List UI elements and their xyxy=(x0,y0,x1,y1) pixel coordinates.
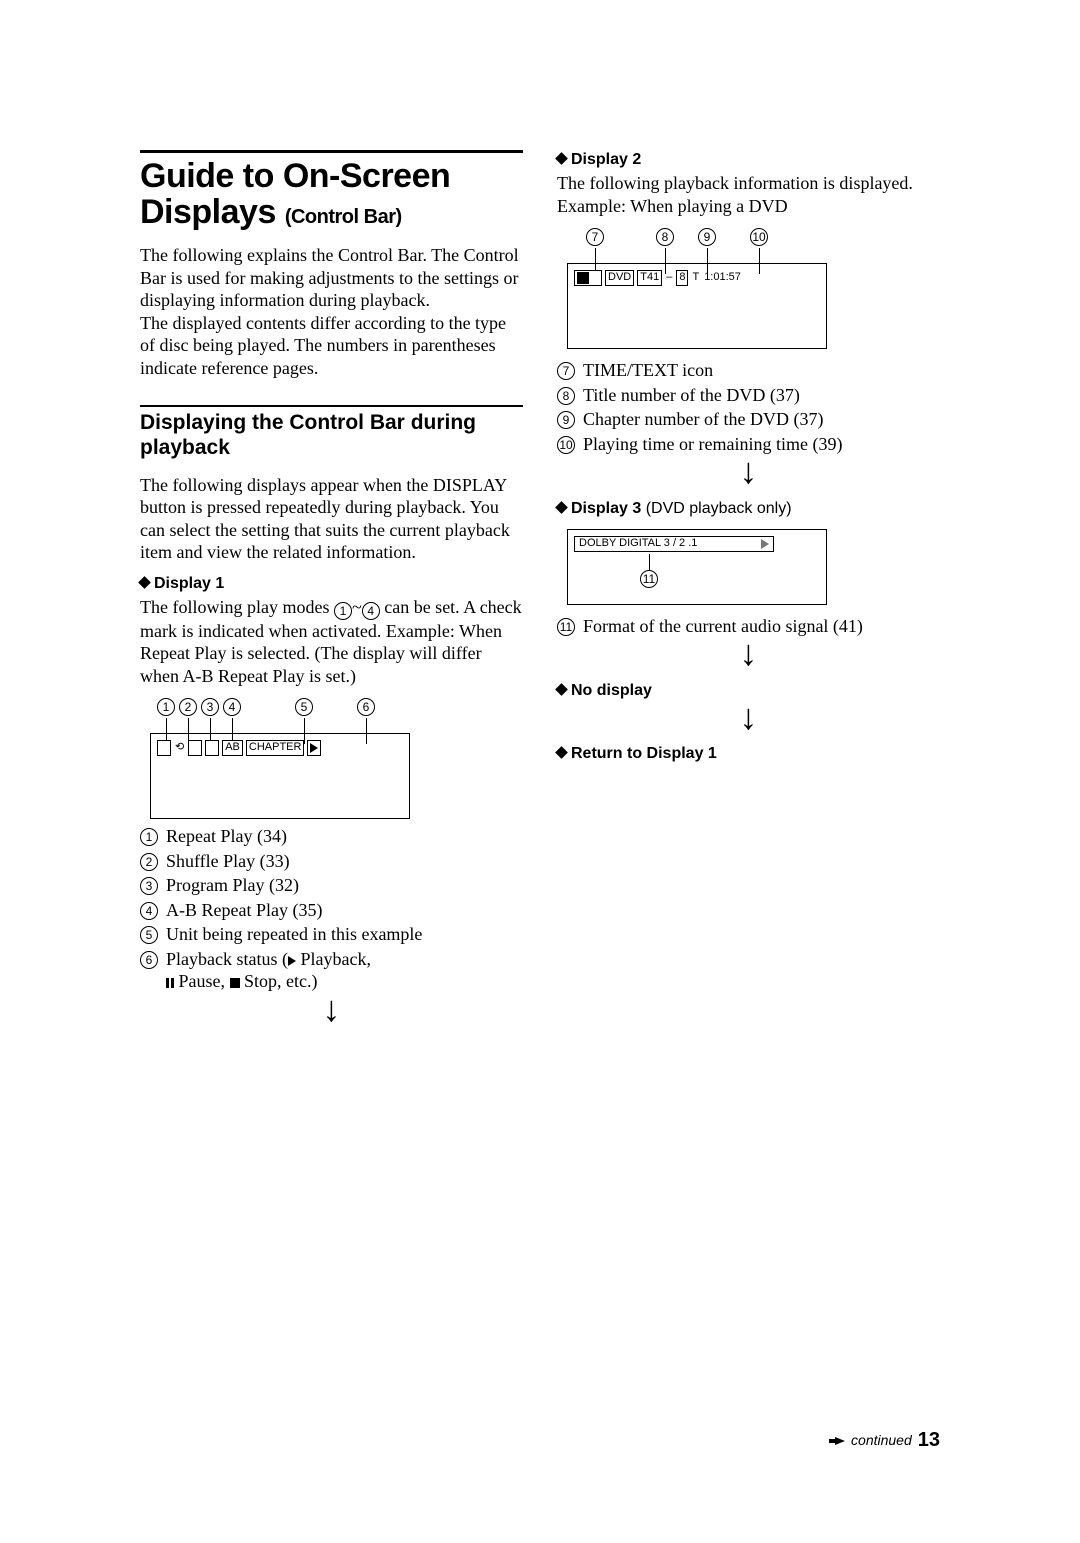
display2-heading: Display 2 xyxy=(557,150,940,170)
circled-1-inline: 1 xyxy=(334,602,352,620)
osd-time-prefix: T xyxy=(691,270,700,286)
display2-diagram: 7 8 9 10 DVD T41 – 8 T 1:01:57 xyxy=(567,263,827,349)
play-icon xyxy=(761,539,769,549)
display1-heading: Display 1 xyxy=(140,574,523,594)
callout-2: 2 xyxy=(179,698,197,716)
osd-dvd-label: DVD xyxy=(605,270,634,286)
right-column: Display 2 The following playback informa… xyxy=(557,150,940,1028)
callout-8: 8 xyxy=(656,228,674,246)
osd-bar-1: ⟲ AB CHAPTER xyxy=(157,740,321,756)
left-column: Guide to On-Screen Displays (Control Bar… xyxy=(140,150,523,1028)
callout-10: 10 xyxy=(750,228,768,246)
display2-para1: The following playback information is di… xyxy=(557,172,940,195)
osd-chapter-number: 8 xyxy=(676,270,688,286)
legend-8: Title number of the DVD (37) xyxy=(583,384,940,407)
osd-bar-3: DOLBY DIGITAL 3 / 2 .1 xyxy=(574,536,774,552)
legend-6: Playback status ( Playback, Pause, Stop,… xyxy=(166,948,523,993)
callout-6: 6 xyxy=(357,698,375,716)
continued-arrow-icon xyxy=(835,1437,845,1445)
down-arrow-icon: ↓ xyxy=(740,643,758,665)
osd-dash: – xyxy=(665,270,673,286)
diamond-icon xyxy=(555,152,568,165)
callout-4: 4 xyxy=(223,698,241,716)
osd-chapter-label: CHAPTER xyxy=(246,740,305,756)
osd-time-value: 1:01:57 xyxy=(703,270,742,286)
legend-9: Chapter number of the DVD (37) xyxy=(583,408,940,431)
down-arrow-icon: ↓ xyxy=(323,999,341,1021)
osd-audio-format: DOLBY DIGITAL 3 / 2 .1 xyxy=(579,537,697,551)
circled-4-inline: 4 xyxy=(362,602,380,620)
intro-para-1: The following explains the Control Bar. … xyxy=(140,244,523,312)
manual-page: Guide to On-Screen Displays (Control Bar… xyxy=(0,0,1080,1543)
display1-legend: 1Repeat Play (34) 2Shuffle Play (33) 3Pr… xyxy=(140,825,523,993)
time-text-icon xyxy=(577,272,599,284)
down-arrow-icon: ↓ xyxy=(740,707,758,729)
callout-3: 3 xyxy=(201,698,219,716)
stop-icon xyxy=(230,978,240,988)
callout-1: 1 xyxy=(157,698,175,716)
display3-heading: Display 3 (DVD playback only) xyxy=(557,499,940,519)
legend-11: Format of the current audio signal (41) xyxy=(583,615,940,638)
osd-ab-label: AB xyxy=(222,740,243,756)
page-footer: continued 13 xyxy=(835,1428,940,1453)
play-icon xyxy=(288,956,296,966)
display1-diagram: 1 2 3 4 5 6 ⟲ AB CHAPTER xyxy=(150,733,410,819)
section-para: The following displays appear when the D… xyxy=(140,474,523,564)
legend-4: A-B Repeat Play (35) xyxy=(166,899,523,922)
intro-para-2: The displayed contents differ according … xyxy=(140,312,523,380)
title-subtitle: (Control Bar) xyxy=(285,206,402,228)
return-heading: Return to Display 1 xyxy=(557,744,940,764)
title-line-2: Displays xyxy=(140,193,276,231)
osd-title-number: T41 xyxy=(637,270,662,286)
legend-1: Repeat Play (34) xyxy=(166,825,523,848)
play-icon xyxy=(310,743,318,753)
callout-11: 11 xyxy=(640,570,658,588)
title-line-1: Guide to On-Screen xyxy=(140,157,450,195)
display2-para2: Example: When playing a DVD xyxy=(557,195,940,218)
diamond-icon xyxy=(138,576,151,589)
display2-legend: 7TIME/TEXT icon 8Title number of the DVD… xyxy=(557,359,940,455)
legend-5: Unit being repeated in this example xyxy=(166,923,523,946)
page-title: Guide to On-Screen Displays (Control Bar… xyxy=(140,159,523,230)
legend-2: Shuffle Play (33) xyxy=(166,850,523,873)
section-heading: Displaying the Control Bar during playba… xyxy=(140,411,523,459)
callout-9: 9 xyxy=(698,228,716,246)
callout-7: 7 xyxy=(586,228,604,246)
down-arrow-icon: ↓ xyxy=(740,461,758,483)
pause-icon xyxy=(166,978,174,988)
diamond-icon xyxy=(555,746,568,759)
osd-bar-2: DVD T41 – 8 T 1:01:57 xyxy=(574,270,742,286)
display3-diagram: DOLBY DIGITAL 3 / 2 .1 11 xyxy=(567,529,827,605)
legend-10: Playing time or remaining time (39) xyxy=(583,433,940,456)
diamond-icon xyxy=(555,683,568,696)
title-rule xyxy=(140,150,523,153)
continued-label: continued xyxy=(851,1432,912,1450)
section-rule xyxy=(140,405,523,407)
legend-7: TIME/TEXT icon xyxy=(583,359,940,382)
diamond-icon xyxy=(555,501,568,514)
callout-5: 5 xyxy=(295,698,313,716)
display1-para: The following play modes 1~4 can be set.… xyxy=(140,596,523,688)
legend-3: Program Play (32) xyxy=(166,874,523,897)
page-number: 13 xyxy=(918,1428,940,1453)
